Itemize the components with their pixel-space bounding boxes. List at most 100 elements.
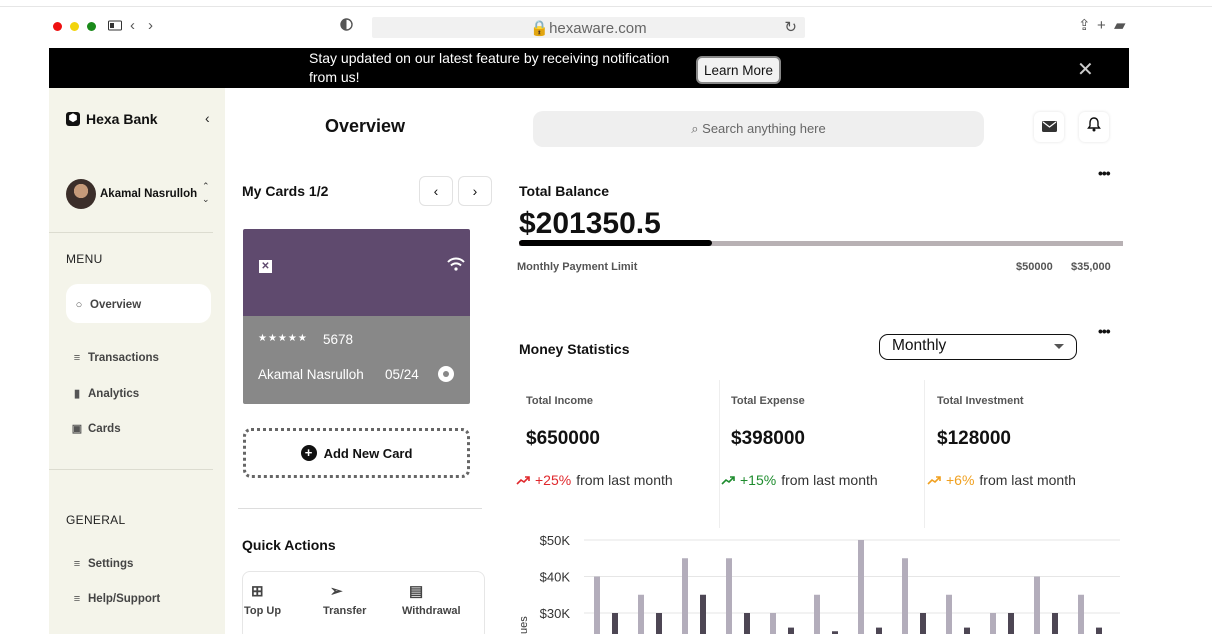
forward-icon[interactable]: › [148,17,153,35]
sidebar: ⬢ Hexa Bank ‹ Akamal Nasrulloh ⌃ ⌄ MENU ○… [49,88,225,634]
period-select[interactable]: Monthly [879,334,1077,360]
money-statistics-chart: $50K $40K $30K ues [518,533,1120,634]
sidebar-item-label: Analytics [88,387,140,400]
cash-icon: ▤ [409,583,424,600]
chart-bar [814,594,820,634]
user-profile[interactable]: Akamal Nasrulloh [66,179,197,209]
metric-change: +25% from last month [516,472,673,488]
close-window-button[interactable] [53,22,62,31]
limit-progress-fill [519,240,712,246]
sidebar-item-help[interactable]: ≡ Help/Support [71,593,160,605]
collapse-sidebar-icon[interactable]: ‹ [205,110,210,126]
share-icon[interactable]: ⇪ [1078,17,1091,35]
sidebar-item-analytics[interactable]: ▮ Analytics [71,387,140,401]
close-icon[interactable]: ✕ [1077,57,1094,82]
plus-square-icon: ⊞ [251,583,264,600]
add-new-card-button[interactable]: + Add New Card [243,428,470,478]
sidebar-divider [49,232,213,233]
card-brand-icon: ✕ [259,260,272,273]
chart-bar [700,594,706,634]
contactless-icon [446,256,466,276]
search-placeholder-text: Search anything here [702,121,826,136]
url-text: 🔒hexaware.com [530,20,647,37]
bank-card[interactable]: ✕ ★★★★★ 5678 Akamal Nasrulloh 05/24 [243,229,470,404]
metric-change-suffix: from last month [979,472,1076,488]
cards-divider [238,508,482,509]
chevron-left-icon: ‹ [433,183,439,199]
limit-label: Monthly Payment Limit [517,261,638,273]
minimize-window-button[interactable] [70,22,79,31]
learn-more-button[interactable]: Learn More [696,56,781,84]
chart-bar [1034,576,1040,634]
card-chip-icon [438,366,454,382]
chart-bar [964,627,970,634]
chart-bar [990,613,996,634]
search-input[interactable]: ⌕ Search anything here [533,111,984,147]
top-up-button[interactable]: ⊞ Top Up [244,582,314,617]
sidebar-item-cards[interactable]: ▣ Cards [71,422,121,436]
new-tab-icon[interactable]: + [1097,17,1106,35]
next-card-button[interactable]: › [458,176,492,206]
sidebar-item-label: Help/Support [88,593,161,605]
trend-up-icon [721,476,735,485]
circle-icon: ○ [75,299,83,311]
transfer-label: Transfer [323,605,367,617]
search-placeholder: ⌕ Search anything here [691,121,826,136]
more-icon[interactable]: ••• [1098,165,1111,181]
chart-bar [920,613,926,634]
card-expiry: 05/24 [385,367,419,382]
metric-change-suffix: from last month [576,472,673,488]
chart-bar [612,613,618,634]
back-icon[interactable]: ‹ [130,17,135,35]
limit-value-1: $50000 [1016,261,1053,273]
my-cards-panel: My Cards 1/2 ‹ › ✕ ★★★★★ 5678 Akamal Nas… [228,166,493,634]
sidebar-toggle-icon[interactable] [108,18,122,36]
metric-investment: Total Investment $128000 +6% from last m… [927,380,1131,528]
reader-mode-icon[interactable] [340,18,353,36]
add-new-card-label: Add New Card [323,445,413,461]
maximize-window-button[interactable] [87,22,96,31]
chart-bar [1052,613,1058,634]
more-icon[interactable]: ••• [1098,323,1111,339]
chart-bar [1008,613,1014,634]
period-value: Monthly [892,337,947,354]
chart-bar [594,576,600,634]
address-bar[interactable]: 🔒hexaware.com ↻ [372,17,805,38]
mail-button[interactable] [1034,112,1064,142]
metric-change: +6% from last month [927,472,1076,488]
sidebar-item-settings[interactable]: ≡ Settings [71,558,134,570]
metric-value: $398000 [731,428,805,449]
reload-icon[interactable]: ↻ [784,18,797,36]
chart-bar [946,594,952,634]
total-balance-panel: Total Balance ••• $201350.5 Monthly Paym… [502,165,1123,316]
total-balance-title: Total Balance [519,183,609,199]
money-statistics-panel: Money Statistics ••• Monthly Total Incom… [502,323,1123,634]
folder-icon[interactable]: ▰ [1114,17,1126,35]
notification-banner: Stay updated on our latest feature by re… [49,48,1129,88]
mail-icon [1041,121,1057,132]
metric-change: +15% from last month [721,472,878,488]
notifications-button[interactable] [1079,112,1109,142]
metric-change-value: +6% [946,472,975,488]
sidebar-item-transactions[interactable]: ≡ Transactions [71,352,159,364]
withdrawal-button[interactable]: ▤ Withdrawal [402,582,472,617]
sidebar-item-label: Overview [90,299,142,311]
prev-card-button[interactable]: ‹ [419,176,453,206]
url-value: hexaware.com [549,20,647,37]
metric-value: $128000 [937,428,1011,449]
bell-icon [1087,117,1101,132]
metric-label: Total Investment [937,395,1024,407]
limit-value-2: $35,000 [1071,261,1111,273]
chart-bar [788,627,794,634]
chart-tick-label: $50K [540,533,571,548]
brand-name: Hexa Bank [86,111,158,127]
transfer-button[interactable]: ➢ Transfer [323,582,393,617]
banner-message: Stay updated on our latest feature by re… [309,50,670,85]
settings-icon: ≡ [73,558,81,570]
general-section-title: GENERAL [66,513,126,527]
metric-change-suffix: from last month [781,472,878,488]
sidebar-item-overview[interactable]: ○ Overview [73,299,141,311]
chevron-updown-icon[interactable]: ⌃ ⌄ [202,180,210,206]
caret-down-icon [1054,344,1064,349]
page-title: Overview [325,116,406,136]
